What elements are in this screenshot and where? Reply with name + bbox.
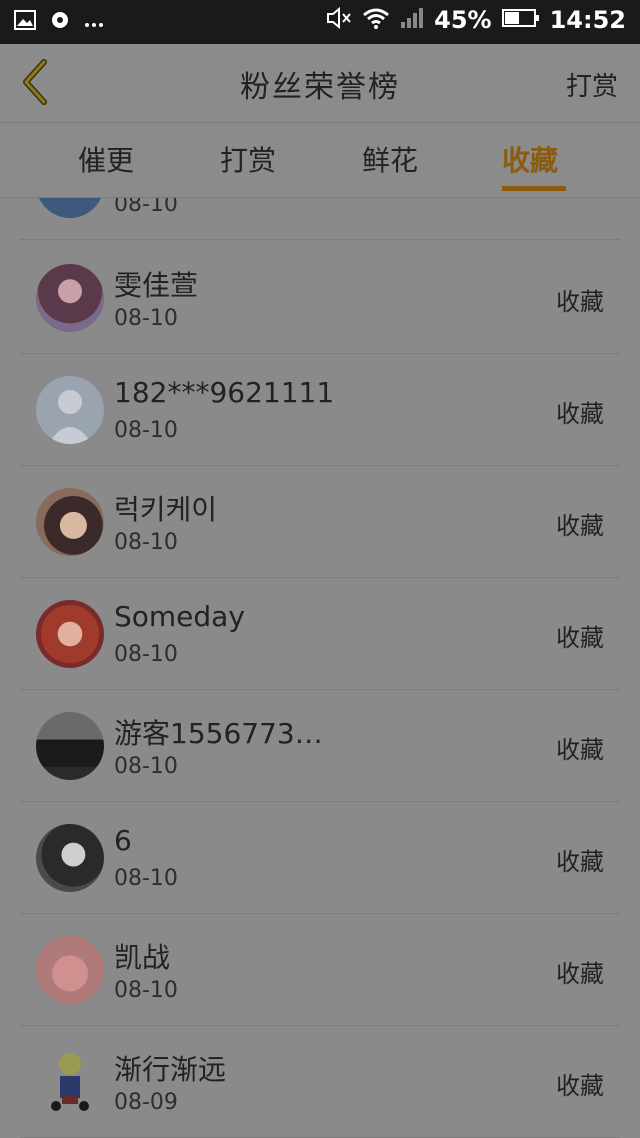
app-header: 粉丝荣誉榜 打赏 bbox=[0, 44, 640, 123]
favorite-label: 收藏 bbox=[556, 1072, 604, 1100]
more-icon bbox=[84, 13, 104, 32]
divider bbox=[20, 239, 620, 240]
avatar bbox=[36, 376, 104, 444]
item-date: 08-10 bbox=[114, 418, 178, 443]
list-item[interactable]: 6 08-10 收藏 bbox=[0, 802, 640, 914]
image-icon bbox=[14, 10, 36, 34]
fan-list[interactable]: 08-10 雯佳萱 08-10 收藏 182***9621111 08-10 收… bbox=[0, 198, 640, 1138]
status-left bbox=[14, 10, 104, 34]
avatar bbox=[36, 936, 104, 1004]
tab-bar: 催更 打赏 鲜花 收藏 bbox=[0, 123, 640, 198]
avatar bbox=[36, 198, 104, 218]
list-item[interactable]: Someday 08-10 收藏 bbox=[0, 578, 640, 690]
favorite-label: 收藏 bbox=[556, 288, 604, 316]
item-date: 08-10 bbox=[114, 642, 178, 667]
cartoon-avatar-icon bbox=[51, 1053, 89, 1111]
status-bar: 45% 14:52 bbox=[0, 0, 640, 44]
tab-flowers[interactable]: 鲜花 bbox=[362, 139, 418, 179]
item-name: 渐行渐远 bbox=[114, 1053, 227, 1086]
avatar bbox=[36, 712, 104, 780]
list-item[interactable]: 游客1556773… 08-10 收藏 bbox=[0, 690, 640, 802]
item-date: 08-09 bbox=[114, 1090, 178, 1115]
avatar bbox=[36, 1048, 104, 1116]
avatar bbox=[36, 600, 104, 668]
list-item[interactable]: 08-10 bbox=[0, 198, 640, 240]
battery-percent: 45% bbox=[434, 6, 492, 34]
item-name: 雯佳萱 bbox=[114, 269, 199, 302]
item-name: 182***9621111 bbox=[114, 376, 335, 409]
mute-icon bbox=[326, 6, 352, 34]
item-name: 6 bbox=[114, 824, 132, 857]
item-date: 08-10 bbox=[114, 978, 178, 1003]
item-name: Someday bbox=[114, 600, 245, 633]
favorite-label: 收藏 bbox=[556, 624, 604, 652]
tab-favorites[interactable]: 收藏 bbox=[502, 139, 558, 179]
favorite-label: 收藏 bbox=[556, 960, 604, 988]
list-item[interactable]: 凯战 08-10 收藏 bbox=[0, 914, 640, 1026]
clock: 14:52 bbox=[549, 6, 626, 34]
favorite-label: 收藏 bbox=[556, 848, 604, 876]
avatar bbox=[36, 824, 104, 892]
wifi-icon bbox=[362, 7, 390, 33]
default-avatar-icon bbox=[48, 390, 92, 444]
tip-button[interactable]: 打赏 bbox=[566, 66, 618, 103]
favorite-label: 收藏 bbox=[556, 400, 604, 428]
item-name: 럭키케이 bbox=[114, 493, 218, 526]
page-title: 粉丝荣誉榜 bbox=[240, 70, 400, 105]
notification-icon bbox=[50, 10, 70, 34]
list-item[interactable]: 雯佳萱 08-10 收藏 bbox=[0, 242, 640, 354]
list-item[interactable]: 182***9621111 08-10 收藏 bbox=[0, 354, 640, 466]
tab-tip[interactable]: 打赏 bbox=[220, 139, 276, 179]
avatar bbox=[36, 264, 104, 332]
favorite-label: 收藏 bbox=[556, 736, 604, 764]
active-tab-indicator bbox=[502, 186, 566, 191]
tab-urge[interactable]: 催更 bbox=[78, 139, 134, 179]
item-name: 凯战 bbox=[114, 941, 171, 974]
item-date: 08-10 bbox=[114, 306, 178, 331]
item-date: 08-10 bbox=[114, 530, 178, 555]
list-item[interactable]: 渐行渐远 08-09 收藏 bbox=[0, 1026, 640, 1138]
status-right: 45% 14:52 bbox=[326, 6, 626, 34]
item-name: 游客1556773… bbox=[114, 717, 323, 750]
avatar bbox=[36, 488, 104, 556]
favorite-label: 收藏 bbox=[556, 512, 604, 540]
item-date: 08-10 bbox=[114, 754, 178, 779]
item-date: 08-10 bbox=[114, 198, 178, 217]
item-date: 08-10 bbox=[114, 866, 178, 891]
list-item[interactable]: 럭키케이 08-10 收藏 bbox=[0, 466, 640, 578]
battery-icon bbox=[501, 8, 540, 32]
signal-icon bbox=[400, 7, 424, 33]
